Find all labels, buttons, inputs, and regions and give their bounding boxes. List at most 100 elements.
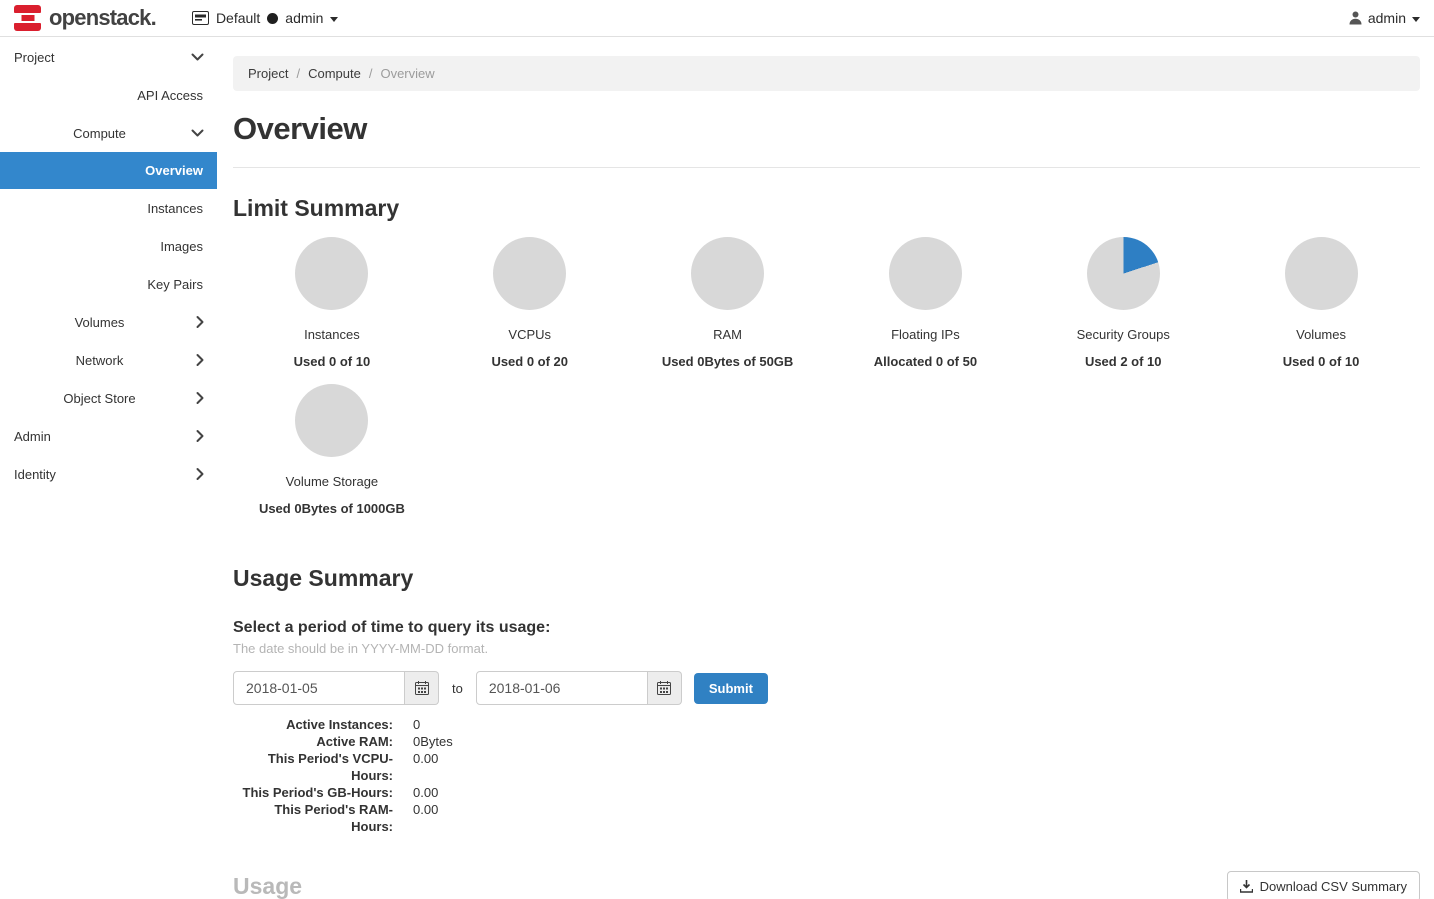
stat-value: 0Bytes (413, 733, 453, 750)
limit-item-vcpus: VCPUs Used 0 of 20 (431, 222, 629, 369)
limit-item-ram: RAM Used 0Bytes of 50GB (629, 222, 827, 369)
stat-value: 0.00 (413, 801, 438, 835)
chevron-right-icon (196, 468, 204, 481)
domain-project-switcher[interactable]: Default admin (192, 10, 339, 26)
stat-label: Active Instances: (233, 716, 393, 733)
usage-summary-title: Usage Summary (233, 565, 1420, 592)
dot-separator-icon (267, 13, 278, 24)
limit-caption: Used 0 of 20 (491, 354, 568, 369)
sidebar-item-label: Compute (73, 126, 126, 141)
chevron-down-icon (191, 129, 204, 137)
stat-value: 0.00 (413, 784, 438, 801)
sidebar-item-label: Identity (14, 467, 56, 482)
date-start-group (233, 671, 439, 705)
breadcrumb-separator: / (296, 66, 300, 81)
stat-active-ram: Active RAM: 0Bytes (233, 733, 1420, 750)
limit-label: Floating IPs (891, 327, 960, 342)
stat-value: 0 (413, 716, 420, 733)
stat-value: 0.00 (413, 750, 438, 784)
download-csv-button[interactable]: Download CSV Summary (1227, 871, 1420, 899)
stat-label: This Period's GB-Hours: (233, 784, 393, 801)
limit-label: VCPUs (508, 327, 551, 342)
limit-summary-title: Limit Summary (233, 195, 1420, 222)
sidebar-item-volumes[interactable]: Volumes (0, 303, 217, 341)
domain-label: Default (216, 10, 260, 26)
openstack-logo[interactable]: openstack. (14, 5, 156, 31)
usage-stats: Active Instances: 0 Active RAM: 0Bytes T… (233, 716, 1420, 835)
sidebar-item-label: Volumes (75, 315, 125, 330)
sidebar-item-label: Admin (14, 429, 51, 444)
date-end-group (476, 671, 682, 705)
floating-ips-pie-chart (889, 237, 962, 310)
chevron-right-icon (196, 392, 204, 405)
date-end-calendar-button[interactable] (648, 671, 682, 705)
submit-button[interactable]: Submit (694, 673, 768, 704)
limit-caption: Used 0Bytes of 1000GB (259, 501, 405, 516)
chevron-right-icon (196, 430, 204, 443)
sidebar-item-identity[interactable]: Identity (0, 455, 217, 493)
date-start-calendar-button[interactable] (405, 671, 439, 705)
limit-summary-grid: Instances Used 0 of 10 VCPUs Used 0 of 2… (233, 222, 1420, 516)
ram-pie-chart (691, 237, 764, 310)
period-hint: The date should be in YYYY-MM-DD format. (233, 641, 1420, 656)
breadcrumb-overview: Overview (380, 66, 434, 81)
limit-label: Instances (304, 327, 360, 342)
calendar-icon (657, 681, 671, 695)
volumes-pie-chart (1285, 237, 1358, 310)
date-start-input[interactable] (233, 671, 405, 705)
stat-gb-hours: This Period's GB-Hours: 0.00 (233, 784, 1420, 801)
breadcrumb-compute[interactable]: Compute (308, 66, 361, 81)
usage-table-header: Usage Download CSV Summary (233, 871, 1420, 899)
stat-label: Active RAM: (233, 733, 393, 750)
breadcrumb-project[interactable]: Project (248, 66, 288, 81)
volume-storage-pie-chart (295, 384, 368, 457)
domain-icon (192, 11, 209, 25)
sidebar-item-label: Overview (145, 163, 203, 178)
sidebar-item-object-store[interactable]: Object Store (0, 379, 217, 417)
sidebar-item-images[interactable]: Images (0, 227, 217, 265)
chevron-down-icon (191, 53, 204, 61)
sidebar-item-key-pairs[interactable]: Key Pairs (0, 265, 217, 303)
download-icon (1240, 880, 1253, 893)
sidebar-item-instances[interactable]: Instances (0, 189, 217, 227)
caret-down-icon (1412, 17, 1420, 22)
sidebar-item-label: Object Store (63, 391, 135, 406)
topbar: openstack. Default admin admin (0, 0, 1434, 37)
sidebar-item-compute[interactable]: Compute (0, 114, 217, 152)
limit-label: Security Groups (1077, 327, 1170, 342)
limit-label: Volume Storage (286, 474, 379, 489)
chevron-right-icon (196, 354, 204, 367)
sidebar-item-label: Network (76, 353, 124, 368)
chevron-right-icon (196, 316, 204, 329)
caret-down-icon (330, 17, 338, 22)
openstack-logo-icon (14, 5, 41, 31)
stat-active-instances: Active Instances: 0 (233, 716, 1420, 733)
stat-ram-hours: This Period's RAM-Hours: 0.00 (233, 801, 1420, 835)
calendar-icon (415, 681, 429, 695)
stat-label: This Period's VCPU-Hours: (233, 750, 393, 784)
limit-item-security-groups: Security Groups Used 2 of 10 (1024, 222, 1222, 369)
sidebar-item-label: Project (14, 50, 54, 65)
security-groups-pie-chart (1087, 237, 1160, 310)
stat-vcpu-hours: This Period's VCPU-Hours: 0.00 (233, 750, 1420, 784)
limit-item-volumes: Volumes Used 0 of 10 (1222, 222, 1420, 369)
sidebar-item-admin[interactable]: Admin (0, 417, 217, 455)
sidebar: Project API Access Compute Overview Inst… (0, 37, 217, 899)
date-end-input[interactable] (476, 671, 648, 705)
sidebar-item-network[interactable]: Network (0, 341, 217, 379)
period-prompt: Select a period of time to query its usa… (233, 619, 1420, 637)
sidebar-item-label: Images (160, 239, 203, 254)
limit-item-volume-storage: Volume Storage Used 0Bytes of 1000GB (233, 369, 431, 516)
to-label: to (452, 681, 463, 696)
sidebar-item-project[interactable]: Project (0, 38, 217, 76)
user-menu[interactable]: admin (1349, 10, 1420, 26)
limit-item-floating-ips: Floating IPs Allocated 0 of 50 (826, 222, 1024, 369)
page-title: Overview (233, 111, 1420, 147)
stat-label: This Period's RAM-Hours: (233, 801, 393, 835)
instances-pie-chart (295, 237, 368, 310)
breadcrumb-separator: / (369, 66, 373, 81)
sidebar-item-api-access[interactable]: API Access (0, 76, 217, 114)
limit-caption: Used 2 of 10 (1085, 354, 1162, 369)
sidebar-item-overview[interactable]: Overview (0, 152, 217, 189)
limit-caption: Used 0Bytes of 50GB (662, 354, 794, 369)
